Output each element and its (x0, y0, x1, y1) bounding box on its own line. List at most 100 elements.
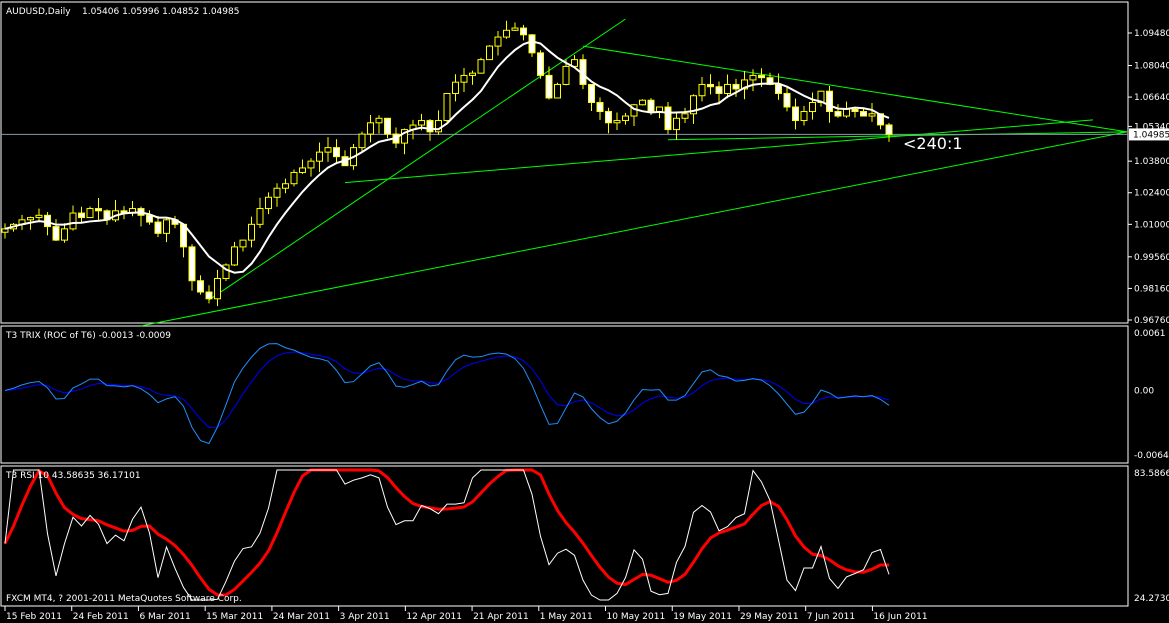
current-price-label: 1.04985 (1133, 130, 1169, 140)
price-tick-label: 1.08040 (1134, 61, 1169, 71)
candle-body (282, 183, 289, 189)
date-tick-label: 24 Feb 2011 (73, 612, 129, 622)
candle-body (299, 167, 306, 173)
candle-body (265, 196, 272, 210)
candle-body (758, 74, 765, 79)
candle-body (78, 212, 85, 219)
ohlc-values: 1.05406 1.05996 1.04852 1.04985 (82, 7, 239, 17)
candle-body (86, 208, 94, 219)
price-tick-label: 1.02400 (1134, 189, 1169, 199)
candle-body (809, 101, 816, 113)
candle-body (367, 122, 374, 135)
candle-body (163, 219, 170, 234)
rsi-panel (0, 465, 1129, 607)
candle-body (486, 45, 493, 61)
date-tick-label: 19 May 2011 (673, 612, 732, 622)
candle-body (477, 59, 485, 74)
candle-body (868, 113, 876, 117)
price-tick-label: 0.99560 (1134, 253, 1169, 263)
candle-body (384, 117, 391, 135)
trend-line (344, 119, 1094, 184)
candle-body (698, 83, 706, 97)
candle-body (443, 92, 451, 122)
candle-body (851, 108, 859, 113)
date-tick-label: 1 May 2011 (540, 612, 593, 622)
price-tick-label: 0.96760 (1134, 316, 1169, 326)
candle-body (494, 36, 502, 47)
trend-line (140, 131, 1128, 327)
trend-line (667, 131, 1128, 141)
date-tick-label: 3 Apr 2011 (340, 612, 390, 622)
candle-body (154, 221, 162, 234)
symbol-label: AUDUSD,Daily (6, 7, 71, 17)
candle-body (197, 280, 204, 293)
price-tick-label: 1.03800 (1134, 157, 1169, 167)
candle-body (732, 83, 740, 90)
candle-body (834, 111, 842, 117)
candle-body (528, 34, 536, 54)
date-tick-label: 10 May 2011 (607, 612, 666, 622)
trix-tick-label: 0.0061 (1134, 329, 1166, 339)
candle-body (375, 117, 383, 124)
rsi-tick-label: 24.2730 (1134, 594, 1169, 604)
candle-body (537, 52, 544, 76)
candle-body (333, 147, 340, 158)
candle-body (647, 99, 655, 113)
candle-body (290, 171, 298, 185)
candle-body (205, 291, 213, 300)
candle-body (707, 83, 714, 88)
rsi-signal-line (3, 468, 890, 597)
trix-tick-label: 0.00 (1134, 386, 1154, 396)
date-tick-label: 29 May 2011 (740, 612, 799, 622)
candle-body (146, 214, 153, 223)
price-tick-label: 1.09480 (1134, 29, 1169, 39)
rsi-title: T3 RSI 10 43.58635 36.17101 (5, 471, 141, 481)
main-panel (0, 1, 1129, 324)
candle-body (520, 27, 527, 36)
candle-body (188, 246, 196, 282)
candle-body (511, 27, 519, 31)
candle-body (613, 120, 621, 124)
candle-body (426, 120, 434, 133)
candle-body (562, 65, 570, 85)
candle-body (69, 212, 77, 230)
candle-body (800, 111, 808, 122)
candle-body (452, 81, 459, 94)
candle-body (460, 74, 468, 83)
chart-canvas: 1.094801.080401.066401.053401.038001.024… (0, 1, 1169, 622)
date-tick-label: 15 Mar 2011 (206, 612, 263, 622)
date-tick-label: 16 Jun 2011 (873, 612, 927, 622)
candle-body (596, 101, 604, 113)
candle-body (95, 208, 102, 212)
candle-body (273, 187, 281, 198)
candle-body (52, 226, 60, 241)
candle-body (307, 160, 315, 169)
candle-body (749, 74, 757, 81)
candle-body (860, 111, 867, 117)
candle-body (239, 239, 247, 248)
candle-body (27, 217, 34, 221)
date-tick-label: 15 Feb 2011 (6, 612, 62, 622)
candle-body (554, 83, 561, 99)
rsi-tick-label: 83.5866 (1134, 469, 1169, 479)
candle-body (418, 120, 425, 126)
price-tick-label: 1.06640 (1134, 93, 1169, 103)
trix-title: T3 TRIX (ROC of T6) -0.0013 -0.0009 (5, 331, 171, 341)
candle-body (826, 90, 833, 113)
candle-body (248, 223, 255, 241)
candle-body (214, 277, 221, 300)
candle-body (885, 124, 893, 135)
candle-body (783, 92, 791, 108)
candle-body (715, 86, 723, 94)
candle-body (1, 228, 9, 233)
date-tick-label: 12 Apr 2011 (406, 612, 462, 622)
price-tick-label: 1.01000 (1134, 220, 1169, 230)
candle-body (605, 111, 612, 124)
date-tick-label: 6 Mar 2011 (139, 612, 190, 622)
candle-body (724, 83, 731, 94)
candle-body (843, 108, 850, 117)
date-tick-label: 7 Jun 2011 (807, 612, 855, 622)
candle-body (775, 83, 782, 94)
trix-line (4, 343, 890, 445)
candle-body (792, 106, 799, 122)
